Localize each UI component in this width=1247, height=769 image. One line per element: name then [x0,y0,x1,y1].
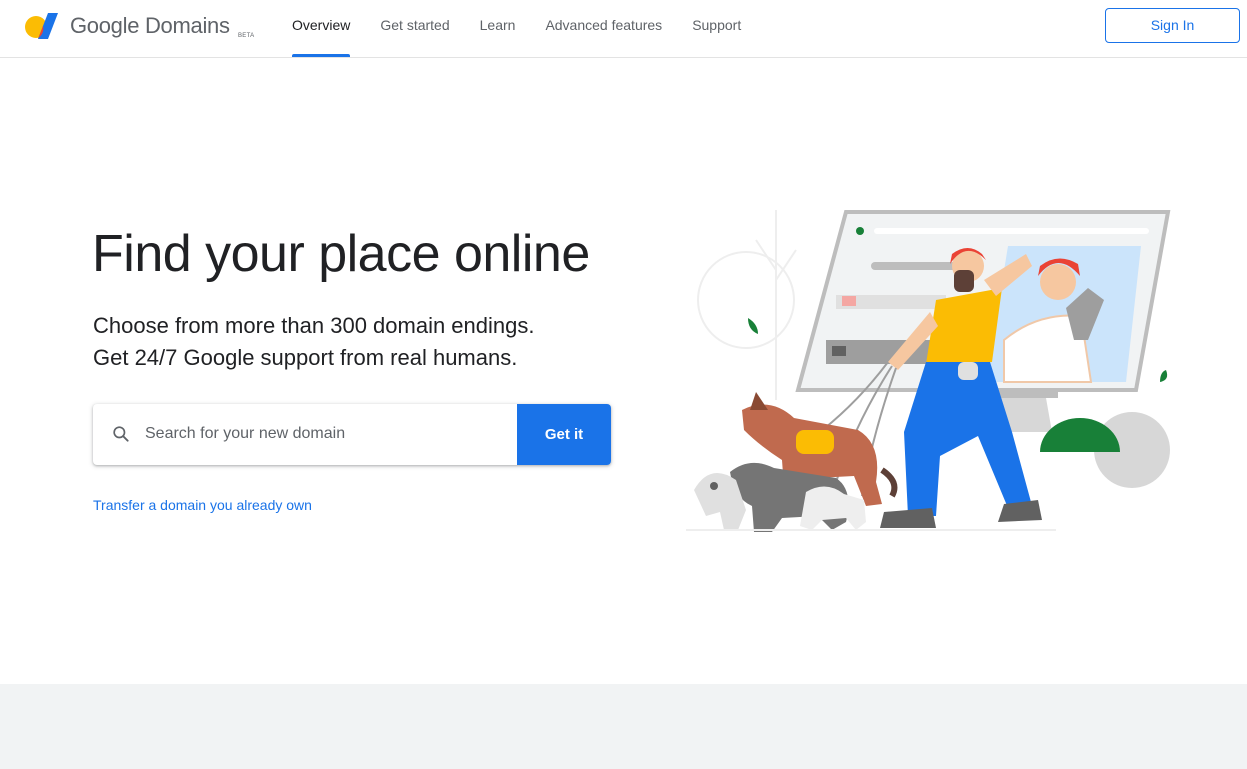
hero-subtitle-line-1: Choose from more than 300 domain endings… [93,313,535,338]
nav-support[interactable]: Support [692,0,741,58]
nav-overview[interactable]: Overview [292,0,351,58]
nav-get-started[interactable]: Get started [380,0,449,58]
domain-search-input[interactable] [145,416,505,452]
transfer-domain-link[interactable]: Transfer a domain you already own [93,497,312,513]
hero-subtitle: Choose from more than 300 domain endings… [93,310,534,374]
main-nav: Overview Get started Learn Advanced feat… [292,0,771,58]
brand-name[interactable]: Google Domains [70,13,230,39]
nav-learn[interactable]: Learn [480,0,516,58]
hero-illustration [686,200,1186,540]
footer-band [0,684,1247,769]
google-domains-logo-icon[interactable] [24,10,60,42]
nav-advanced-features[interactable]: Advanced features [545,0,662,58]
get-it-button[interactable]: Get it [517,404,611,465]
hero-subtitle-line-2: Get 24/7 Google support from real humans… [93,345,518,370]
top-header: Google Domains BETA Overview Get started… [0,0,1247,58]
hero-title: Find your place online [92,225,590,283]
domain-search-box: Get it [93,404,611,465]
sign-in-button[interactable]: Sign In [1105,8,1240,43]
search-icon [111,424,131,444]
beta-badge: BETA [238,33,255,39]
